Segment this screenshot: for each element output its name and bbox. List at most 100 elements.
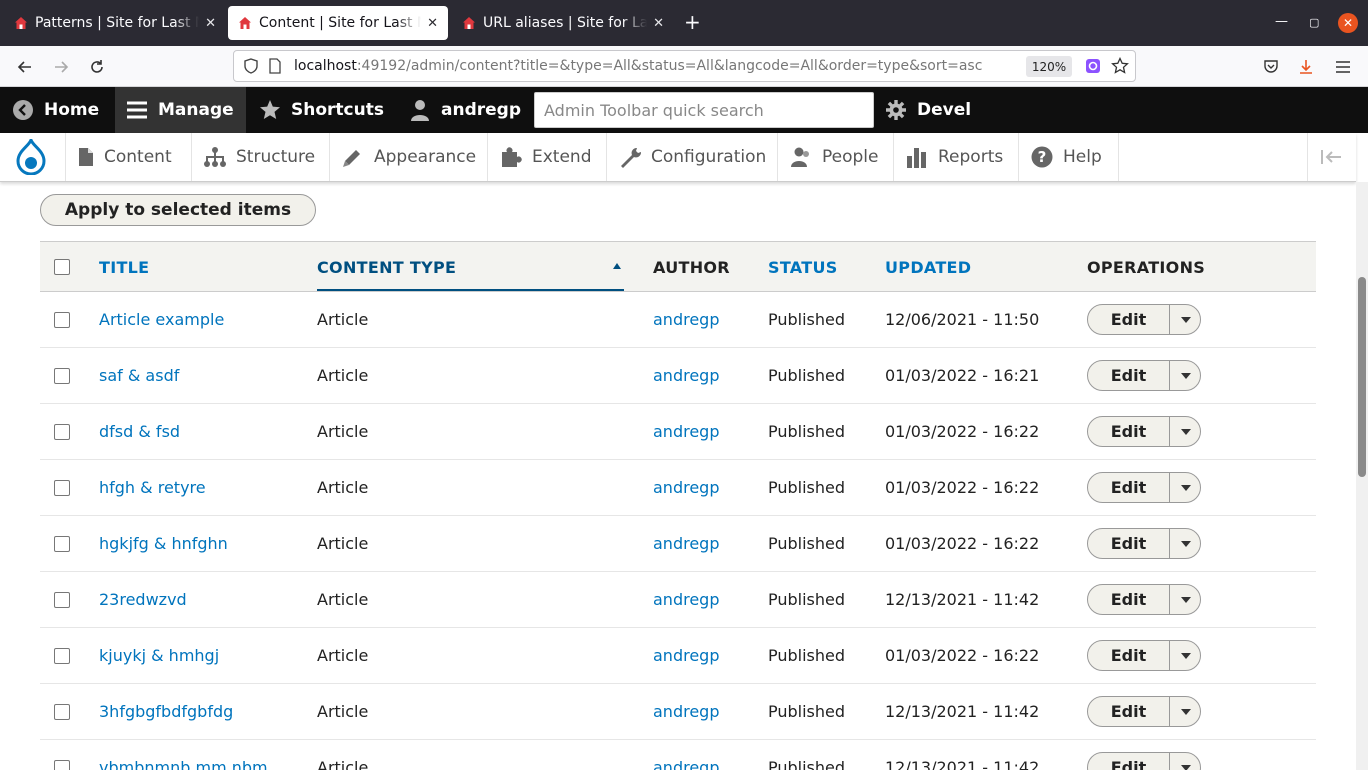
tray-item-content[interactable]: Content: [66, 133, 192, 181]
chevron-down-icon[interactable]: [1170, 753, 1200, 770]
row-author-link[interactable]: andregp: [653, 310, 719, 329]
drupal-logo-icon[interactable]: [0, 133, 66, 181]
browser-tab-patterns[interactable]: Patterns | Site for Last Mo ✕: [4, 6, 226, 40]
back-arrow-icon[interactable]: [13, 55, 37, 79]
row-author-link[interactable]: andregp: [653, 702, 719, 721]
toolbar-user[interactable]: andregp: [409, 87, 521, 133]
row-title-link[interactable]: dfsd & fsd: [99, 422, 180, 441]
admin-toolbar: Home Manage Shortcuts andregp Admin Tool…: [0, 87, 1368, 133]
bookmark-star-icon[interactable]: [1111, 56, 1129, 79]
header-title[interactable]: TITLE: [99, 258, 149, 277]
chevron-down-icon[interactable]: [1170, 529, 1200, 558]
row-title-link[interactable]: vbmbnmnb mm nbm: [99, 758, 268, 770]
tray-item-structure[interactable]: Structure: [192, 133, 330, 181]
edit-button[interactable]: Edit: [1088, 753, 1170, 770]
maximize-window-icon[interactable]: ▢: [1309, 16, 1319, 29]
close-tab-icon[interactable]: ✕: [427, 16, 438, 31]
row-updated: 01/03/2022 - 16:21: [885, 366, 1040, 385]
new-tab-plus-icon[interactable]: +: [684, 10, 701, 34]
tray-item-people[interactable]: People: [778, 133, 894, 181]
row-title-link[interactable]: kjuykj & hmhgj: [99, 646, 219, 665]
table-row: vbmbnmnb mm nbm Article andregp Publishe…: [40, 740, 1316, 770]
shield-icon[interactable]: [244, 58, 258, 78]
row-checkbox[interactable]: [54, 760, 70, 770]
tab-title: Content | Site for Last Mo: [259, 15, 422, 31]
header-author: AUTHOR: [653, 258, 730, 277]
chevron-down-icon[interactable]: [1170, 305, 1200, 334]
edit-button[interactable]: Edit: [1088, 641, 1170, 670]
page-info-icon[interactable]: [269, 58, 281, 78]
chevron-down-icon[interactable]: [1170, 361, 1200, 390]
tray-item-configuration[interactable]: Configuration: [607, 133, 778, 181]
row-author-link[interactable]: andregp: [653, 758, 719, 770]
row-checkbox[interactable]: [54, 592, 70, 608]
toolbar-manage[interactable]: Manage: [115, 87, 246, 133]
row-checkbox[interactable]: [54, 536, 70, 552]
header-content-type[interactable]: CONTENT TYPE: [317, 258, 456, 277]
forward-arrow-icon[interactable]: [49, 55, 73, 79]
chevron-down-icon[interactable]: [1170, 585, 1200, 614]
tab-title: URL aliases | Site for Last: [483, 15, 648, 31]
menu-hamburger-icon[interactable]: [1331, 55, 1355, 79]
row-checkbox[interactable]: [54, 480, 70, 496]
row-title-link[interactable]: 3hfgbgfbdfgbfdg: [99, 702, 233, 721]
reload-icon[interactable]: [85, 55, 109, 79]
row-author-link[interactable]: andregp: [653, 366, 719, 385]
tray-item-extend[interactable]: Extend: [488, 133, 607, 181]
toolbar-home[interactable]: Home: [12, 87, 99, 133]
row-checkbox[interactable]: [54, 704, 70, 720]
row-checkbox[interactable]: [54, 648, 70, 664]
row-author-link[interactable]: andregp: [653, 590, 719, 609]
admin-toolbar-search-input[interactable]: Admin Toolbar quick search: [534, 92, 874, 128]
toolbar-shortcuts[interactable]: Shortcuts: [259, 87, 384, 133]
address-bar[interactable]: localhost:49192/admin/content?title=&typ…: [233, 50, 1136, 82]
row-title-link[interactable]: 23redwzvd: [99, 590, 187, 609]
chevron-down-icon[interactable]: [1170, 417, 1200, 446]
scrollbar-thumb[interactable]: [1358, 277, 1366, 477]
header-updated[interactable]: UPDATED: [885, 258, 971, 277]
header-status[interactable]: STATUS: [768, 258, 838, 277]
close-tab-icon[interactable]: ✕: [205, 16, 216, 31]
close-tab-icon[interactable]: ✕: [653, 16, 664, 31]
row-checkbox[interactable]: [54, 368, 70, 384]
browser-nav-bar: localhost:49192/admin/content?title=&typ…: [0, 46, 1368, 87]
select-all-checkbox[interactable]: [54, 259, 70, 275]
edit-button[interactable]: Edit: [1088, 697, 1170, 726]
row-checkbox[interactable]: [54, 424, 70, 440]
minimize-window-icon[interactable]: —: [1275, 14, 1288, 29]
edit-button[interactable]: Edit: [1088, 473, 1170, 502]
edit-button[interactable]: Edit: [1088, 361, 1170, 390]
row-title-link[interactable]: Article example: [99, 310, 224, 329]
page-scrollbar[interactable]: [1356, 182, 1368, 770]
edit-button[interactable]: Edit: [1088, 529, 1170, 558]
apply-selected-button[interactable]: Apply to selected items: [40, 194, 316, 226]
row-author-link[interactable]: andregp: [653, 646, 719, 665]
edit-button[interactable]: Edit: [1088, 305, 1170, 334]
row-checkbox[interactable]: [54, 312, 70, 328]
chevron-down-icon[interactable]: [1170, 473, 1200, 502]
tray-item-appearance[interactable]: Appearance: [330, 133, 488, 181]
pocket-icon[interactable]: [1259, 55, 1283, 79]
tray-item-help[interactable]: ? Help: [1019, 133, 1119, 181]
close-window-icon[interactable]: ✕: [1338, 13, 1358, 33]
row-author-link[interactable]: andregp: [653, 534, 719, 553]
row-title-link[interactable]: hfgh & retyre: [99, 478, 206, 497]
edit-button[interactable]: Edit: [1088, 585, 1170, 614]
chevron-down-icon[interactable]: [1170, 641, 1200, 670]
edit-button[interactable]: Edit: [1088, 417, 1170, 446]
row-author-link[interactable]: andregp: [653, 478, 719, 497]
reader-extension-icon[interactable]: [1085, 58, 1101, 78]
row-title-link[interactable]: saf & asdf: [99, 366, 179, 385]
browser-tab-content[interactable]: Content | Site for Last Mo ✕: [228, 6, 448, 40]
browser-tab-url-aliases[interactable]: URL aliases | Site for Last ✕: [452, 6, 674, 40]
collapse-tray-icon[interactable]: [1307, 133, 1356, 181]
row-updated: 01/03/2022 - 16:22: [885, 422, 1040, 441]
chevron-down-icon[interactable]: [1170, 697, 1200, 726]
row-title-link[interactable]: hgkjfg & hnfghn: [99, 534, 228, 553]
toolbar-devel[interactable]: Devel: [885, 87, 971, 133]
tray-item-reports[interactable]: Reports: [894, 133, 1019, 181]
download-icon[interactable]: [1294, 55, 1318, 79]
zoom-level[interactable]: 120%: [1026, 56, 1072, 77]
tray-item-label: Reports: [938, 147, 1004, 167]
row-author-link[interactable]: andregp: [653, 422, 719, 441]
